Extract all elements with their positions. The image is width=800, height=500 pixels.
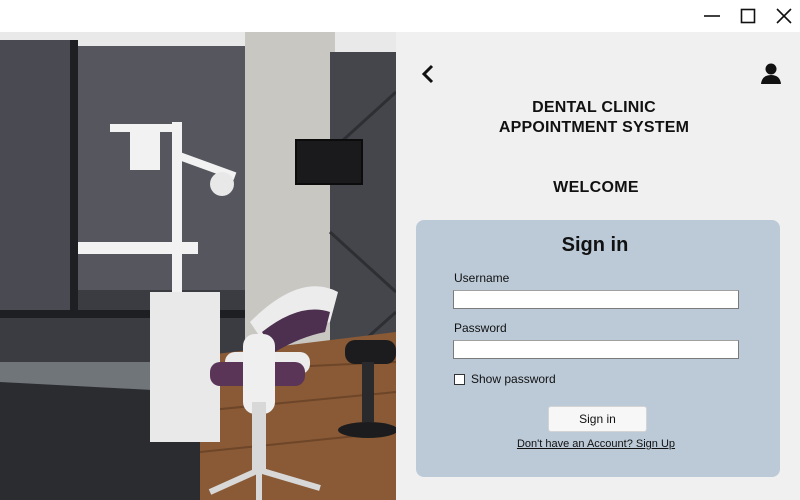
minimize-icon [704, 15, 720, 17]
signin-title: Sign in [561, 234, 629, 256]
app-title-line2: APPOINTMENT SYSTEM [498, 119, 690, 136]
user-icon [761, 63, 781, 84]
maximize-button[interactable] [730, 0, 766, 32]
signin-button[interactable]: Sign in [548, 406, 647, 432]
username-label: Username [454, 271, 510, 285]
show-password-row[interactable]: Show password [454, 372, 556, 386]
user-button[interactable] [760, 62, 782, 86]
clinic-photo [0, 32, 396, 500]
signup-link[interactable]: Don't have an Account? Sign Up [416, 438, 776, 450]
show-password-label[interactable]: Show password [471, 372, 556, 386]
close-button[interactable] [766, 0, 800, 32]
welcome-heading: WELCOME [553, 179, 639, 196]
username-input[interactable] [453, 290, 739, 309]
minimize-button[interactable] [694, 0, 730, 32]
login-panel: DENTAL CLINIC APPOINTMENT SYSTEM WELCOME… [396, 32, 800, 500]
signin-card: Sign in Username Password Show password … [416, 220, 780, 477]
close-icon [776, 8, 792, 24]
title-bar [0, 0, 800, 32]
maximize-icon [740, 8, 756, 24]
chevron-left-icon [421, 64, 434, 84]
app-title: DENTAL CLINIC APPOINTMENT SYSTEM [396, 98, 792, 138]
app-title-line1: DENTAL CLINIC [532, 99, 656, 116]
back-button[interactable] [418, 62, 438, 86]
password-label: Password [454, 321, 507, 335]
password-input[interactable] [453, 340, 739, 359]
show-password-checkbox[interactable] [454, 373, 465, 385]
